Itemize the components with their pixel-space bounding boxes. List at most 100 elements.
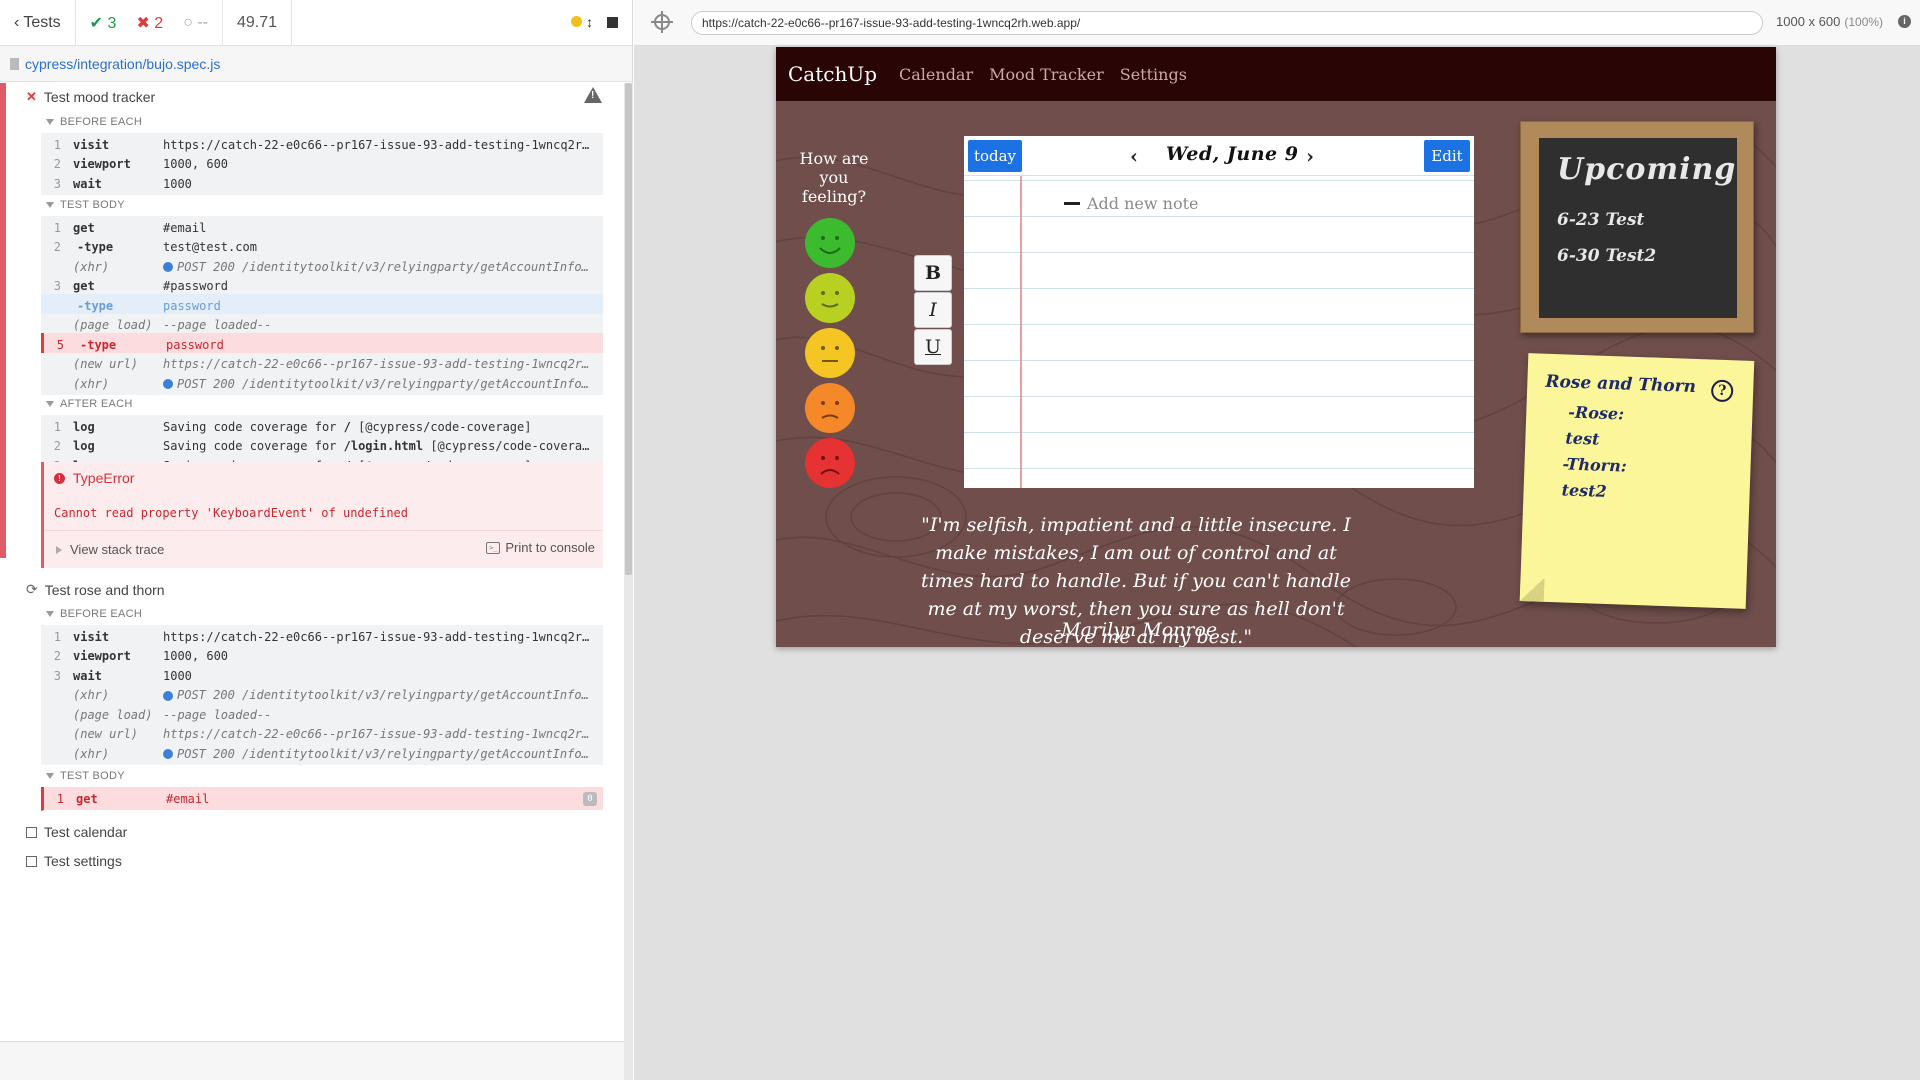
caret-down-icon: [46, 119, 54, 125]
thorn-label: -Thorn:: [1562, 454, 1628, 476]
sad-face-icon: [805, 383, 855, 433]
duration: 49.71: [223, 0, 293, 45]
add-note-input[interactable]: Add new note: [1087, 194, 1199, 213]
brand-logo[interactable]: CatchUp: [788, 62, 877, 86]
test-title[interactable]: ✕ Test mood tracker: [26, 89, 155, 105]
app-navbar: CatchUp Calendar Mood Tracker Settings: [776, 47, 1776, 101]
happy-face-icon: [805, 273, 855, 323]
hook-before-each[interactable]: BEFORE EACH: [46, 608, 142, 620]
stats: ✔ 3 ✖ 2 ○ --: [76, 0, 223, 45]
mood-sad-button[interactable]: [804, 382, 856, 434]
xhr-dot-icon: [163, 690, 173, 701]
reporter-header: ‹ Tests ✔ 3 ✖ 2 ○ -- 49.71 ↕: [0, 0, 632, 46]
caret-down-icon: [46, 611, 54, 617]
very-happy-face-icon: [805, 218, 855, 268]
pending-count: ○ --: [183, 13, 208, 31]
running-indicator-icon: ↕: [570, 14, 593, 32]
test-title[interactable]: Test calendar: [26, 824, 127, 840]
print-to-console-button[interactable]: >_ Print to console: [486, 540, 595, 555]
error-header: ! TypeError: [54, 470, 134, 486]
neutral-face-icon: [805, 328, 855, 378]
upcoming-title: Upcoming: [1557, 152, 1737, 187]
nav-mood-tracker[interactable]: Mood Tracker: [989, 65, 1104, 84]
aut-header: https://catch-22-e0c66--pr167-issue-93-a…: [634, 0, 1920, 46]
quote-author: -Marilyn Monroe: [1054, 619, 1218, 641]
mood-very-sad-button[interactable]: [804, 437, 856, 489]
chevron-left-icon: ‹: [14, 13, 20, 31]
spec-file-name[interactable]: cypress/integration/bujo.spec.js: [25, 56, 220, 72]
upcoming-item: 6-30 Test2: [1557, 246, 1657, 266]
prev-day-icon[interactable]: ‹: [1130, 144, 1138, 168]
mood-happy-button[interactable]: [804, 272, 856, 324]
url-bar[interactable]: https://catch-22-e0c66--pr167-issue-93-a…: [691, 11, 1763, 35]
mood-very-happy-button[interactable]: [804, 217, 856, 269]
nav-settings[interactable]: Settings: [1120, 65, 1187, 84]
command-row[interactable]: 1 get #email 0: [41, 787, 603, 811]
spec-file-bar[interactable]: cypress/integration/bujo.spec.js: [0, 46, 632, 82]
error-icon: !: [54, 472, 65, 484]
mood-neutral-button[interactable]: [804, 327, 856, 379]
daily-notebook: today ‹ Wed, June 9 › Edit Add new note: [964, 136, 1474, 488]
underline-button[interactable]: U: [914, 329, 952, 365]
viewport-size: 1000 x 600 (100%): [1776, 14, 1884, 29]
rose-value: test: [1565, 428, 1600, 449]
terminal-icon: >_: [486, 541, 501, 554]
next-day-icon[interactable]: ›: [1306, 144, 1314, 168]
scrollbar-thumb[interactable]: [625, 83, 632, 575]
upcoming-chalkboard: Upcoming 6-23 Test 6-30 Test2: [1520, 121, 1754, 333]
info-icon[interactable]: i: [1898, 15, 1911, 28]
reporter-footer: [0, 1041, 624, 1080]
caret-down-icon: [46, 401, 54, 407]
hook-test-body[interactable]: TEST BODY: [46, 770, 125, 782]
hook-before-each[interactable]: BEFORE EACH: [46, 116, 142, 128]
mood-question: How are you feeling?: [799, 149, 869, 206]
view-stack-trace[interactable]: View stack trace: [56, 542, 164, 557]
command-count-badge: 0: [583, 791, 597, 806]
command-row[interactable]: (xhr) POST 200 /identitytoolkit/v3/relyin…: [41, 372, 603, 396]
caret-down-icon: [46, 773, 54, 779]
xhr-dot-icon: [163, 749, 173, 759]
caret-down-icon: [46, 202, 54, 208]
italic-button[interactable]: I: [914, 292, 952, 328]
tests-back-button[interactable]: ‹ Tests: [0, 0, 76, 45]
checkbox-icon: [26, 855, 37, 867]
app-frame: CatchUp Calendar Mood Tracker Settings H…: [776, 47, 1776, 647]
runnables-list: ✕ Test mood tracker BEFORE EACH 1visitht…: [0, 83, 624, 1041]
rose-thorn-sticky-note: Rose and Thorn ? -Rose: test -Thorn: tes…: [1519, 353, 1755, 609]
stop-button[interactable]: [607, 17, 618, 28]
check-icon: ✔: [89, 14, 108, 32]
thorn-value: test2: [1561, 480, 1608, 501]
selector-playground-icon[interactable]: [651, 11, 673, 33]
passed-count: ✔ 3: [89, 14, 117, 32]
help-icon[interactable]: ?: [1710, 379, 1734, 403]
failed-icon: ✕: [26, 89, 37, 104]
command-row[interactable]: (xhr) POST 200 /identitytoolkit/v3/relyin…: [41, 742, 603, 766]
bullet-dash-icon: [1064, 202, 1080, 205]
x-icon: ✖: [136, 14, 155, 32]
notebook-date: Wed, June 9: [1166, 143, 1299, 165]
run-controls: ↕: [557, 0, 632, 45]
failed-count: ✖ 2: [136, 14, 164, 32]
nav-calendar[interactable]: Calendar: [899, 65, 973, 84]
hook-test-body[interactable]: TEST BODY: [46, 199, 125, 211]
edit-button[interactable]: Edit: [1424, 140, 1470, 172]
xhr-dot-icon: [163, 262, 173, 272]
error-message: Cannot read property 'KeyboardEvent' of …: [54, 506, 409, 520]
test-title[interactable]: ⟳ Test rose and thorn: [26, 581, 165, 598]
test-title[interactable]: Test settings: [26, 853, 122, 869]
tests-label: Tests: [23, 13, 61, 31]
caret-right-icon: [56, 545, 62, 554]
warning-icon: [584, 87, 602, 103]
refresh-icon: ⟳: [26, 581, 38, 597]
app-under-test-panel: https://catch-22-e0c66--pr167-issue-93-a…: [634, 0, 1920, 1080]
bold-button[interactable]: B: [914, 255, 952, 291]
command-row[interactable]: 3 wait 1000: [41, 172, 603, 196]
checkbox-icon: [26, 826, 37, 838]
file-icon: [10, 57, 19, 70]
rose-thorn-title: Rose and Thorn: [1545, 371, 1697, 397]
hook-after-each[interactable]: AFTER EACH: [46, 398, 133, 410]
today-button[interactable]: today: [968, 140, 1022, 172]
error-panel: ! TypeError Cannot read property 'Keyboa…: [41, 462, 603, 568]
upcoming-item: 6-23 Test: [1557, 210, 1645, 230]
very-sad-face-icon: [805, 438, 855, 488]
